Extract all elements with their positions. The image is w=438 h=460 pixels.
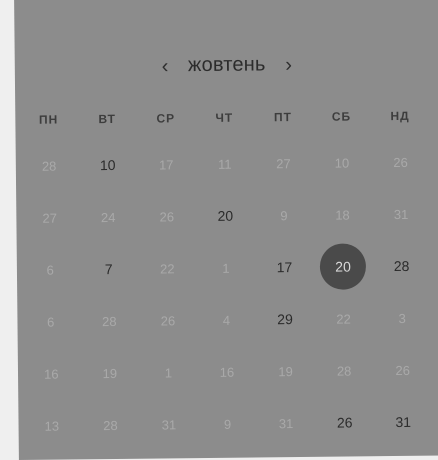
day-number: 28 [393, 257, 410, 275]
day-number: 26 [336, 414, 353, 431]
day-cell[interactable]: 1 [139, 346, 198, 399]
day-cell[interactable]: 22 [138, 242, 197, 295]
day-cell[interactable]: 31 [372, 188, 431, 241]
day-number: 19 [278, 363, 293, 379]
day-number: 24 [100, 209, 116, 225]
day-number: 20 [217, 207, 234, 224]
day-number: 6 [47, 314, 55, 330]
day-cell[interactable]: 10 [78, 139, 137, 192]
day-number: 26 [395, 362, 411, 378]
day-number: 11 [217, 156, 232, 172]
day-number: 31 [393, 206, 409, 222]
day-cell[interactable]: 26 [137, 190, 196, 243]
day-cell[interactable]: 16 [197, 345, 256, 398]
day-number: 29 [277, 311, 293, 328]
day-number: 26 [159, 208, 175, 224]
day-cell[interactable]: 6 [21, 243, 80, 296]
day-number: 16 [219, 364, 235, 380]
day-cell-selected[interactable]: 20 [313, 240, 372, 293]
day-cell[interactable]: 9 [198, 397, 257, 450]
day-number: 10 [99, 156, 116, 174]
day-cell[interactable]: 19 [80, 347, 139, 400]
day-cell[interactable]: 22 [314, 292, 373, 345]
weekday-row: ПН ВТ СР ЧТ ПТ СБ НД [19, 109, 429, 127]
day-number: 9 [223, 416, 232, 432]
day-cell[interactable]: 19 [256, 345, 315, 398]
day-number: 20 [319, 243, 367, 290]
day-cell[interactable]: 6 [21, 295, 80, 348]
day-cell[interactable]: 10 [312, 136, 371, 189]
day-number: 6 [46, 262, 54, 278]
day-number: 4 [222, 312, 231, 328]
day-cell[interactable]: 28 [20, 139, 79, 192]
day-cell[interactable]: 17 [255, 241, 314, 294]
day-number: 31 [278, 415, 294, 431]
day-number: 31 [395, 413, 412, 431]
day-number: 9 [280, 207, 288, 223]
weekday-label: СР [156, 111, 176, 126]
day-cell[interactable]: 18 [313, 188, 372, 241]
day-cell[interactable]: 7 [79, 243, 138, 296]
day-cell[interactable]: 26 [315, 396, 374, 449]
day-cell[interactable]: 24 [79, 191, 138, 244]
weekday-label: НД [390, 108, 410, 124]
day-cell[interactable]: 13 [22, 399, 81, 452]
day-number: 27 [42, 210, 57, 226]
day-cell[interactable]: 28 [315, 344, 374, 397]
day-cell[interactable]: 27 [254, 137, 313, 190]
day-number: 26 [393, 154, 408, 170]
day-number: 1 [164, 364, 173, 380]
day-cell[interactable]: 3 [373, 292, 432, 345]
day-number: 26 [160, 312, 176, 328]
calendar-panel: ‹ жовтень › ПН ВТ СР ЧТ ПТ СБ НД 28 10 17 1… [14, 0, 438, 460]
day-cell[interactable]: 26 [138, 294, 197, 347]
day-cell[interactable]: 31 [374, 396, 433, 449]
day-cell[interactable]: 28 [81, 399, 140, 452]
day-number: 3 [398, 310, 406, 326]
day-number: 1 [222, 260, 230, 276]
day-number: 18 [335, 206, 350, 223]
day-cell[interactable]: 9 [254, 189, 313, 242]
day-number: 19 [102, 365, 118, 381]
day-grid: 28 10 17 11 27 10 26 27 24 26 20 9 18 31 6 7 22 1 17 20 28 6 2… [20, 136, 433, 452]
calendar-header: ‹ жовтень › [15, 52, 438, 79]
day-cell[interactable]: 17 [137, 138, 196, 191]
day-number: 7 [104, 260, 113, 278]
day-cell[interactable]: 4 [197, 293, 256, 346]
day-number: 16 [43, 366, 59, 382]
day-number: 28 [336, 362, 352, 379]
day-number: 17 [158, 156, 174, 172]
day-number: 13 [44, 418, 60, 434]
day-cell[interactable]: 20 [196, 189, 255, 242]
day-number: 22 [336, 310, 351, 327]
day-cell[interactable]: 29 [255, 293, 314, 346]
day-cell[interactable]: 31 [139, 398, 198, 451]
weekday-label: СБ [331, 109, 352, 124]
day-number: 31 [161, 416, 177, 432]
day-cell[interactable]: 28 [80, 295, 139, 348]
chevron-left-icon[interactable]: ‹ [156, 55, 174, 77]
day-number: 28 [102, 313, 117, 329]
day-cell[interactable]: 28 [372, 240, 431, 293]
weekday-label: ПН [38, 112, 59, 127]
day-cell[interactable]: 1 [196, 241, 255, 294]
day-cell[interactable]: 27 [20, 191, 79, 244]
weekday-label: ЧТ [215, 110, 234, 125]
month-label: жовтень [187, 53, 266, 77]
day-number: 22 [160, 260, 175, 276]
day-number: 28 [103, 417, 118, 433]
day-cell[interactable]: 26 [373, 344, 432, 397]
day-cell[interactable]: 16 [22, 347, 81, 400]
day-number: 17 [276, 259, 293, 276]
day-cell[interactable]: 11 [195, 137, 254, 190]
day-cell[interactable]: 31 [257, 397, 316, 450]
chevron-right-icon[interactable]: › [280, 54, 298, 76]
weekday-label: ВТ [98, 111, 117, 127]
day-number: 10 [334, 154, 350, 171]
weekday-label: ПТ [273, 110, 292, 125]
day-number: 27 [276, 155, 291, 171]
day-cell[interactable]: 26 [371, 136, 430, 189]
day-number: 28 [41, 158, 57, 174]
